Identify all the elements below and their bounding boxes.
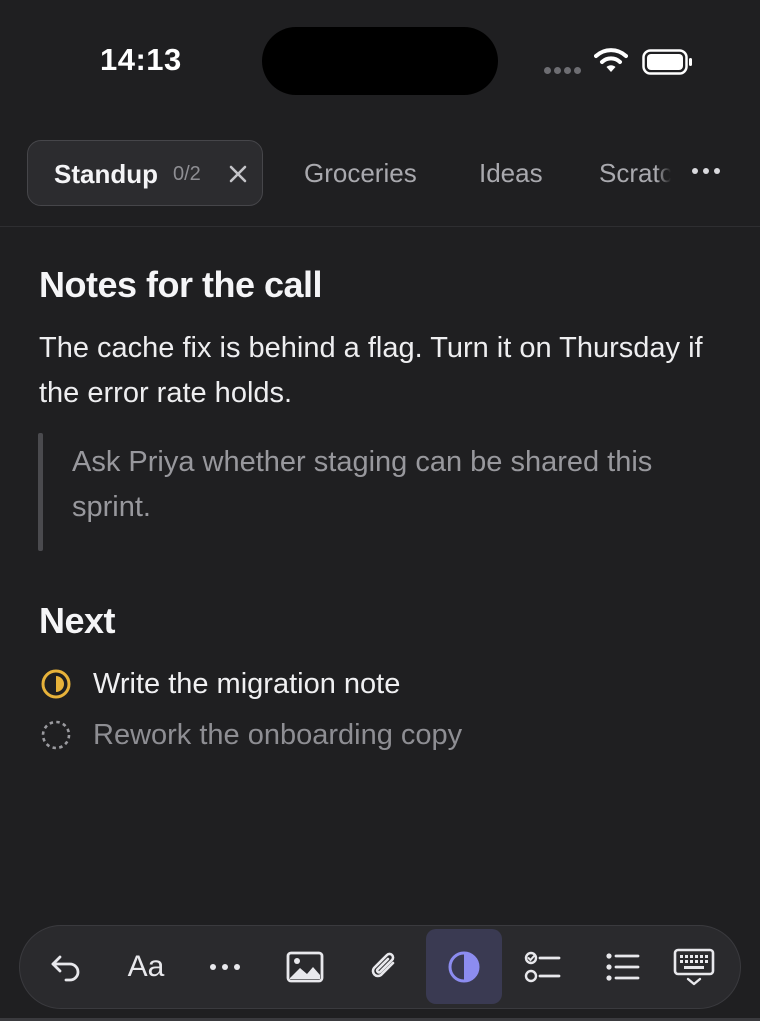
dynamic-island: [262, 27, 498, 95]
task-text: Write the migration note: [93, 668, 401, 700]
wifi-icon: [594, 48, 628, 72]
tab-groceries[interactable]: Groceries: [304, 158, 417, 189]
tab-standup[interactable]: Standup 0/2: [27, 140, 263, 206]
in-progress-circle-icon[interactable]: [40, 668, 72, 700]
attachment-button[interactable]: [346, 926, 422, 1007]
note-heading: Notes for the call: [39, 264, 323, 305]
task-text: Rework the onboarding copy: [93, 719, 463, 751]
status-time: 14:13: [100, 42, 182, 77]
more-icon: [210, 963, 240, 970]
todo-circle-icon[interactable]: [40, 719, 72, 751]
editor-toolbar: Aa: [19, 925, 741, 1009]
tab-ideas[interactable]: Ideas: [479, 158, 543, 189]
dismiss-keyboard-button[interactable]: [656, 926, 732, 1007]
attachment-icon: [371, 952, 395, 977]
bullet-list-button[interactable]: [585, 926, 661, 1007]
blockquote-bar: [38, 433, 43, 551]
tab-label: Standup: [54, 159, 158, 189]
battery-icon: [642, 49, 692, 75]
signal-dots-icon: [544, 67, 584, 75]
text-style-button[interactable]: Aa: [108, 926, 184, 1007]
undo-icon: [51, 955, 80, 981]
insert-image-button[interactable]: [267, 926, 343, 1007]
note-paragraph[interactable]: The cache fix is behind a flag. Turn it …: [39, 326, 719, 416]
close-icon[interactable]: [228, 164, 248, 184]
tab-scratch[interactable]: Scratch: [599, 158, 671, 189]
undo-button[interactable]: [28, 926, 104, 1007]
image-icon: [286, 951, 324, 982]
checklist-icon: [524, 951, 561, 982]
tabs-divider: [0, 226, 760, 227]
task-item[interactable]: Write the migration note: [40, 664, 720, 704]
contrast-button[interactable]: [426, 929, 502, 1004]
more-button[interactable]: [187, 926, 263, 1007]
section-heading: Next: [39, 600, 116, 641]
task-item[interactable]: Rework the onboarding copy: [40, 715, 720, 755]
tab-task-count: 0/2: [173, 163, 201, 185]
note-blockquote[interactable]: Ask Priya whether staging can be shared …: [72, 440, 722, 530]
checklist-button[interactable]: [505, 926, 581, 1007]
note-tabs: Standup 0/2 Groceries Ideas Scratch: [0, 140, 760, 210]
text-style-label: Aa: [127, 949, 165, 983]
more-tabs-icon[interactable]: [692, 168, 722, 178]
contrast-icon: [448, 951, 480, 982]
keyboard-icon: [673, 948, 715, 985]
bullet-list-icon: [606, 952, 640, 981]
